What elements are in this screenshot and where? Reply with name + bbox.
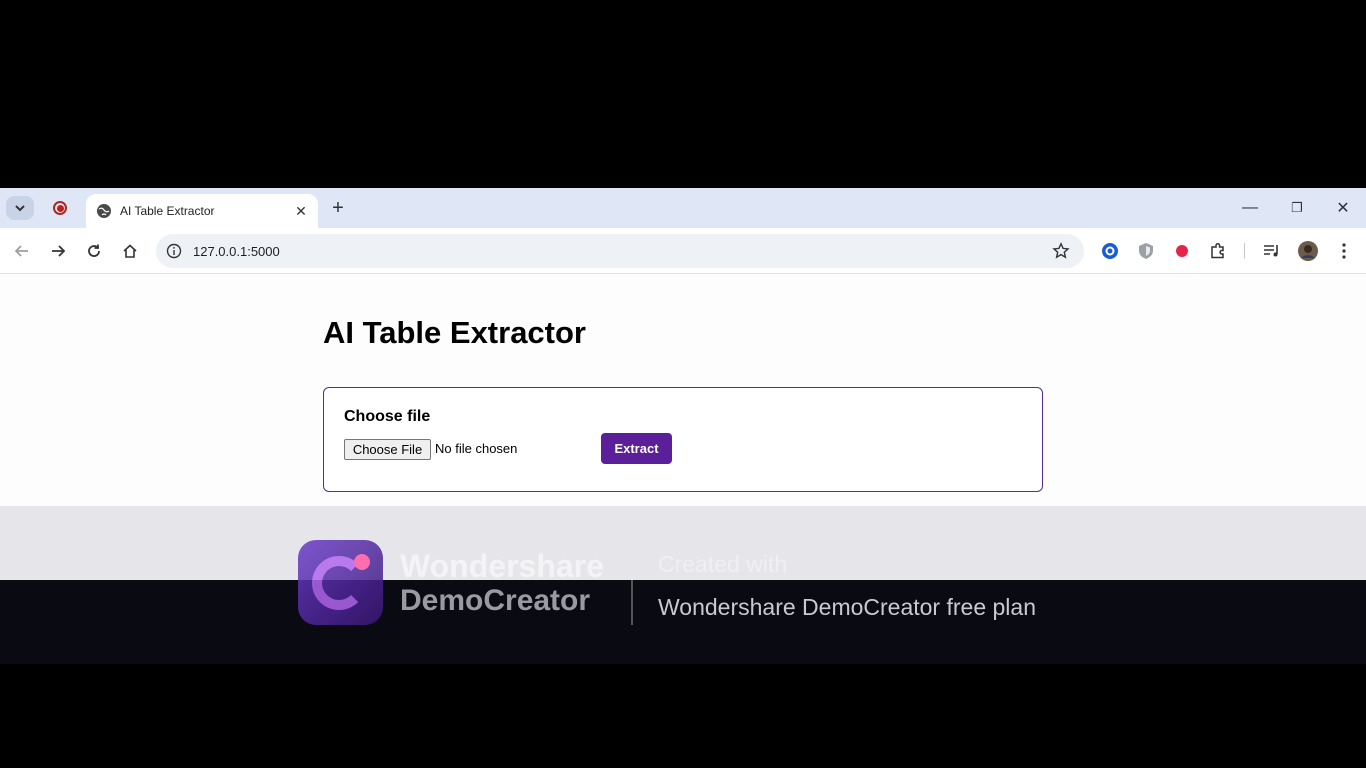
record-icon <box>53 201 67 215</box>
shield-extension-icon <box>1139 243 1153 259</box>
media-controls-icon <box>1264 245 1278 257</box>
extension-circle-icon <box>1102 243 1118 259</box>
home-icon <box>123 244 137 258</box>
bookmark-star-icon[interactable] <box>1052 242 1070 260</box>
reload-button[interactable] <box>81 238 107 264</box>
extension-circle-button[interactable] <box>1100 241 1120 261</box>
kebab-menu-icon <box>1342 243 1346 259</box>
browser-toolbar: 127.0.0.1:5000 <box>0 228 1366 274</box>
minimize-button[interactable]: — <box>1230 196 1270 220</box>
file-field-label: Choose file <box>344 408 431 425</box>
tab-title: AI Table Extractor <box>120 204 215 218</box>
tab-close-icon[interactable]: ✕ <box>290 200 312 222</box>
back-arrow-icon <box>14 245 28 257</box>
watermark-created-text: Created with <box>658 551 788 577</box>
democreator-logo-icon <box>298 540 383 625</box>
screen: AI Table Extractor ✕ + — ❐ ✕ 127.0.0.1:5… <box>0 0 1366 768</box>
tab-strip: AI Table Extractor ✕ + — ❐ ✕ <box>0 188 1366 228</box>
close-window-button[interactable]: ✕ <box>1323 196 1363 220</box>
extensions-puzzle-icon <box>1211 242 1224 259</box>
tab-search-icon <box>15 205 25 212</box>
tab-search-button[interactable] <box>6 196 34 220</box>
restore-button[interactable]: ❐ <box>1277 196 1317 220</box>
recording-indicator-button[interactable] <box>46 196 74 220</box>
media-controls-button[interactable] <box>1262 241 1282 261</box>
watermark-plan-text: Wondershare DemoCreator free plan <box>658 594 1036 620</box>
red-dot-extension-button[interactable] <box>1172 241 1192 261</box>
address-bar[interactable]: 127.0.0.1:5000 <box>156 234 1084 268</box>
toolbar-separator <box>1244 243 1245 259</box>
profile-button[interactable] <box>1298 241 1318 261</box>
globe-icon <box>97 204 111 218</box>
forward-button[interactable] <box>45 238 71 264</box>
choose-file-button[interactable]: Choose File <box>344 439 431 460</box>
reload-icon <box>88 244 100 257</box>
upload-form-card: Choose file Choose File No file chosen E… <box>323 387 1043 492</box>
forward-arrow-icon <box>52 245 66 257</box>
page-title: AI Table Extractor <box>323 315 587 350</box>
watermark-brand-line1: Wondershare <box>400 548 604 584</box>
red-dot-extension-icon <box>1176 245 1188 257</box>
menu-button[interactable] <box>1334 241 1354 261</box>
watermark-brand-line2: DemoCreator <box>400 584 591 617</box>
back-button[interactable] <box>9 238 35 264</box>
extract-button[interactable]: Extract <box>601 433 672 464</box>
profile-avatar-icon <box>1298 241 1318 261</box>
watermark-band-dark <box>0 580 1366 664</box>
new-tab-button[interactable]: + <box>326 196 350 220</box>
file-status-text: No file chosen <box>435 441 518 456</box>
extensions-button[interactable] <box>1208 241 1228 261</box>
tab-ai-table-extractor[interactable]: AI Table Extractor ✕ <box>86 194 318 228</box>
shield-extension-button[interactable] <box>1136 241 1156 261</box>
home-button[interactable] <box>117 238 143 264</box>
page-content: AI Table Extractor Choose file Choose Fi… <box>0 275 1366 506</box>
url-text[interactable]: 127.0.0.1:5000 <box>193 244 280 259</box>
watermark-divider <box>631 580 633 625</box>
site-info-icon[interactable] <box>166 243 182 259</box>
